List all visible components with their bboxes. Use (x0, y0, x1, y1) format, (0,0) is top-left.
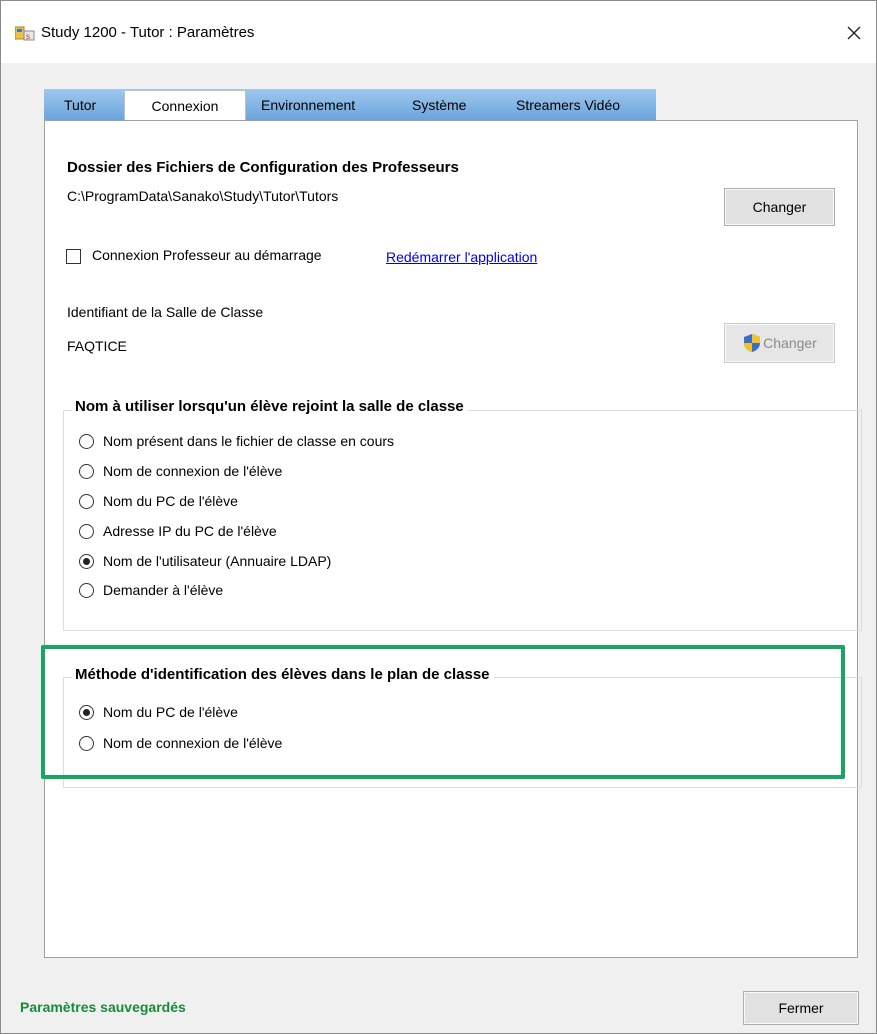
close-window-button[interactable] (832, 13, 876, 53)
student-name-option-label: Adresse IP du PC de l'élève (103, 523, 277, 539)
change-classroom-label: Changer (763, 335, 817, 351)
app-icon: s (14, 25, 35, 41)
student-name-option-label: Nom présent dans le fichier de classe en… (103, 433, 395, 449)
config-folder-title: Dossier des Fichiers de Configuration de… (67, 159, 459, 176)
tab-connexion[interactable]: Connexion (124, 90, 246, 121)
change-classroom-button[interactable]: Changer (724, 323, 835, 363)
radio-button-selected[interactable] (79, 553, 94, 569)
close-button[interactable]: Fermer (743, 991, 859, 1025)
uac-shield-icon (744, 334, 761, 352)
tab-environnement[interactable]: Environnement (261, 93, 355, 118)
student-name-option-label: Nom de connexion de l'élève (103, 463, 283, 479)
teacher-login-checkbox[interactable] (66, 249, 81, 264)
tab-tutor[interactable]: Tutor (64, 93, 96, 118)
window-title: Study 1200 - Tutor : Paramètres (41, 24, 255, 41)
connexion-panel: Dossier des Fichiers de Configuration de… (44, 120, 862, 958)
radio-button[interactable] (79, 463, 94, 479)
highlight-annotation (41, 645, 845, 779)
classroom-id-value: FAQTICE (67, 338, 127, 354)
change-config-folder-button[interactable]: Changer (724, 188, 835, 226)
tab-strip: Tutor Connexion Environnement Système St… (44, 89, 656, 121)
svg-text:s: s (26, 32, 30, 41)
tab-streamers-video[interactable]: Streamers Vidéo (516, 93, 620, 118)
title-bar: s Study 1200 - Tutor : Paramètres (1, 1, 876, 63)
student-name-option-label: Nom de l'utilisateur (Annuaire LDAP) (103, 553, 332, 569)
student-name-option[interactable]: Adresse IP du PC de l'élève (79, 523, 277, 539)
radio-button[interactable] (79, 523, 94, 539)
restart-app-link[interactable]: Redémarrer l'application (386, 249, 537, 265)
status-message: Paramètres sauvegardés (20, 999, 186, 1015)
config-folder-path: C:\ProgramData\Sanako\Study\Tutor\Tutors (67, 188, 339, 204)
classroom-id-label: Identifiant de la Salle de Classe (67, 304, 264, 320)
student-name-option[interactable]: Nom de connexion de l'élève (79, 463, 282, 479)
radio-button[interactable] (79, 433, 94, 449)
radio-button[interactable] (79, 582, 94, 598)
student-name-option[interactable]: Nom présent dans le fichier de classe en… (79, 433, 394, 449)
close-icon (847, 26, 861, 40)
student-name-option[interactable]: Demander à l'élève (79, 582, 223, 598)
tab-systeme[interactable]: Système (412, 93, 466, 118)
student-name-option[interactable]: Nom de l'utilisateur (Annuaire LDAP) (79, 553, 331, 569)
student-name-option-label: Nom du PC de l'élève (103, 493, 238, 509)
student-name-option[interactable]: Nom du PC de l'élève (79, 493, 238, 509)
teacher-login-label: Connexion Professeur au démarrage (92, 247, 322, 263)
student-name-group-title: Nom à utiliser lorsqu'un élève rejoint l… (72, 398, 468, 415)
student-name-option-label: Demander à l'élève (103, 582, 224, 598)
radio-button[interactable] (79, 493, 94, 509)
settings-window: s Study 1200 - Tutor : Paramètres Tutor … (0, 0, 877, 1034)
